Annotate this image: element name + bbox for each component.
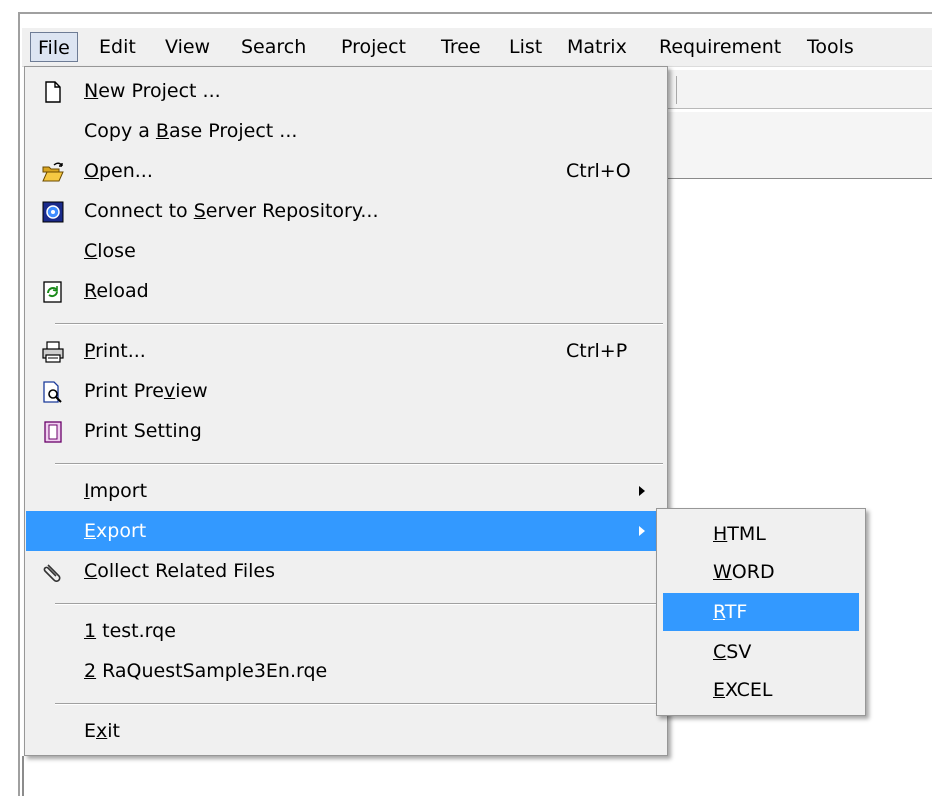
menu-item-open[interactable]: Open... Ctrl+O — [26, 151, 666, 191]
menu-item-label: 1 test.rqe — [84, 620, 176, 642]
menu-item-label: Connect to Server Repository... — [84, 200, 379, 222]
menu-item-label: Print Preview — [84, 380, 208, 402]
menu-item-recent-file-1[interactable]: 1 test.rqe — [26, 611, 666, 651]
menu-separator — [55, 463, 663, 465]
reload-icon — [43, 281, 62, 303]
submenu-arrow-icon — [639, 526, 645, 536]
open-folder-icon — [42, 162, 64, 182]
export-html[interactable]: HTML — [663, 515, 859, 553]
menu-item-label: Export — [84, 520, 147, 542]
export-csv[interactable]: CSV — [663, 633, 859, 671]
printer-icon — [42, 341, 64, 363]
menu-edit[interactable]: Edit — [92, 32, 143, 62]
menu-item-close[interactable]: Close — [26, 231, 666, 271]
submenu-arrow-icon — [639, 486, 645, 496]
submenu-item-label: EXCEL — [713, 679, 773, 701]
new-page-icon — [45, 81, 61, 103]
menu-search[interactable]: Search — [234, 32, 313, 62]
menu-item-print-setting[interactable]: Print Setting — [26, 411, 666, 451]
export-word[interactable]: WORD — [663, 553, 859, 591]
menu-item-export[interactable]: Export — [26, 511, 666, 551]
menu-item-print[interactable]: Print... Ctrl+P — [26, 331, 666, 371]
menu-list[interactable]: List — [502, 32, 549, 62]
export-excel[interactable]: EXCEL — [663, 671, 859, 709]
submenu-item-label: RTF — [713, 601, 748, 623]
menu-item-label: Print Setting — [84, 420, 202, 442]
toolbar-secondary — [660, 112, 932, 179]
menu-item-label: Reload — [84, 280, 149, 302]
submenu-item-label: WORD — [713, 561, 775, 583]
menu-item-copy-base-project[interactable]: Copy a Base Project ... — [26, 111, 666, 151]
toolbar — [660, 70, 932, 109]
menu-item-new-project[interactable]: New Project ... — [26, 71, 666, 111]
submenu-item-label: HTML — [713, 523, 766, 545]
print-preview-icon — [43, 381, 62, 403]
submenu-item-label: CSV — [713, 641, 752, 663]
file-menu: New Project ... Copy a Base Project ... … — [24, 66, 668, 756]
menu-separator — [55, 603, 663, 605]
menu-project[interactable]: Project — [334, 32, 413, 62]
menu-item-label: Import — [84, 480, 148, 502]
menu-item-label: 2 RaQuestSample3En.rqe — [84, 660, 328, 682]
menu-item-print-preview[interactable]: Print Preview — [26, 371, 666, 411]
menu-file[interactable]: File — [30, 32, 78, 62]
toolbar-separator — [676, 76, 677, 104]
menu-tree[interactable]: Tree — [434, 32, 488, 62]
menu-item-label: New Project ... — [84, 80, 221, 102]
export-submenu: HTML WORD RTF CSV EXCEL — [656, 508, 866, 716]
menu-requirement[interactable]: Requirement — [652, 32, 788, 62]
menu-item-reload[interactable]: Reload — [26, 271, 666, 311]
window-frame-left — [18, 12, 20, 796]
export-rtf[interactable]: RTF — [663, 593, 859, 631]
menu-tools[interactable]: Tools — [800, 32, 861, 62]
menu-item-label: Open... — [84, 160, 153, 182]
shortcut-label: Ctrl+P — [566, 340, 628, 362]
menu-bar: File Edit View Search Project Tree List … — [22, 28, 932, 67]
menu-separator — [55, 323, 663, 325]
shortcut-label: Ctrl+O — [566, 160, 631, 182]
menu-item-label: Collect Related Files — [84, 560, 275, 582]
menu-item-collect-files[interactable]: Collect Related Files — [26, 551, 666, 591]
menu-matrix[interactable]: Matrix — [560, 32, 634, 62]
menu-item-connect-server[interactable]: Connect to Server Repository... — [26, 191, 666, 231]
paperclip-icon — [43, 564, 61, 582]
menu-item-import[interactable]: Import — [26, 471, 666, 511]
menu-separator — [55, 703, 663, 705]
menu-item-label: Print... — [84, 340, 146, 362]
window-frame-inner — [22, 756, 24, 796]
menu-item-label: Close — [84, 240, 136, 262]
menu-item-label: Copy a Base Project ... — [84, 120, 298, 142]
menu-item-label: Exit — [84, 720, 120, 742]
menu-item-exit[interactable]: Exit — [26, 711, 666, 751]
menu-item-recent-file-2[interactable]: 2 RaQuestSample3En.rqe — [26, 651, 666, 691]
page-setup-icon — [44, 421, 62, 443]
menu-view[interactable]: View — [158, 32, 217, 62]
window-frame-top — [18, 12, 932, 14]
server-icon — [42, 201, 64, 223]
